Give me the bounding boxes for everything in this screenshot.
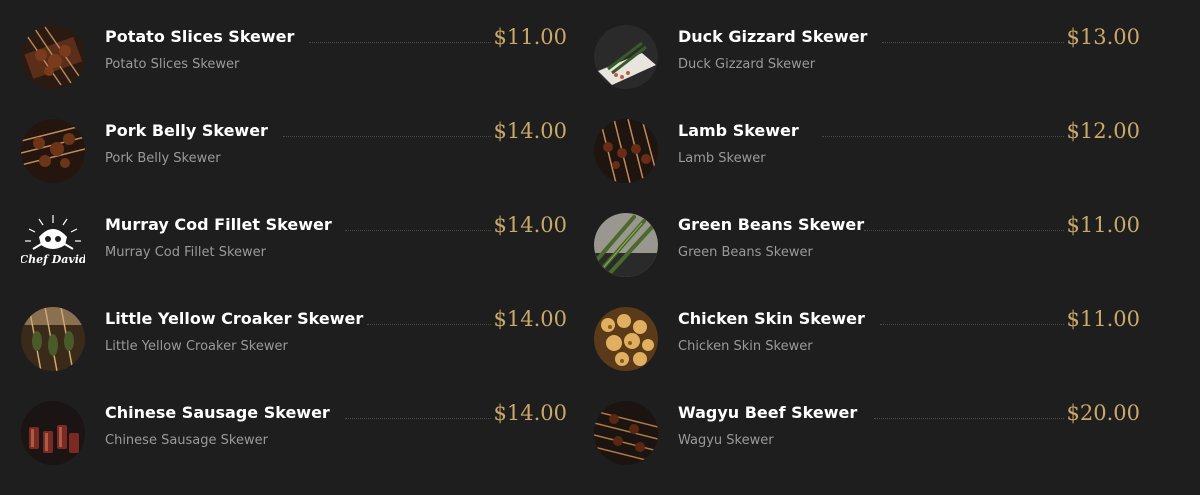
dotted-leader — [309, 42, 491, 43]
item-price: $20.00 — [1066, 401, 1140, 425]
menu-item: Pork Belly Skewer Pork Belly Skewer $14.… — [21, 119, 567, 213]
food-thumbnail — [594, 401, 658, 465]
item-price: $14.00 — [493, 307, 567, 331]
item-price: $14.00 — [493, 119, 567, 143]
dotted-leader — [822, 136, 1064, 137]
dotted-leader — [880, 324, 1064, 325]
item-price: $11.00 — [493, 25, 567, 49]
dotted-leader — [345, 230, 491, 231]
item-description: Green Beans Skewer — [678, 245, 813, 260]
food-thumbnail — [594, 307, 658, 371]
food-thumbnail — [594, 213, 658, 277]
item-description: Chicken Skin Skewer — [678, 339, 813, 354]
item-price: $11.00 — [1066, 213, 1140, 237]
item-price: $14.00 — [493, 213, 567, 237]
item-price: $14.00 — [493, 401, 567, 425]
item-name: Green Beans Skewer — [678, 215, 865, 234]
item-name: Pork Belly Skewer — [105, 121, 268, 140]
food-thumbnail — [21, 307, 85, 371]
item-description: Lamb Skewer — [678, 151, 766, 166]
food-thumbnail — [21, 401, 85, 465]
item-name: Potato Slices Skewer — [105, 27, 295, 46]
menu-column-left: Potato Slices Skewer Potato Slices Skewe… — [21, 25, 567, 495]
menu-item: Little Yellow Croaker Skewer Little Yell… — [21, 307, 567, 401]
item-description: Little Yellow Croaker Skewer — [105, 339, 288, 354]
item-description: Wagyu Skewer — [678, 433, 774, 448]
menu-column-right: Duck Gizzard Skewer Duck Gizzard Skewer … — [594, 25, 1140, 495]
item-description: Duck Gizzard Skewer — [678, 57, 816, 72]
chef-david-logo: Chef David — [21, 213, 85, 277]
menu-item: Green Beans Skewer Green Beans Skewer $1… — [594, 213, 1140, 307]
item-name: Little Yellow Croaker Skewer — [105, 309, 364, 328]
item-description: Potato Slices Skewer — [105, 57, 240, 72]
dotted-leader — [864, 230, 1064, 231]
logo-text: Chef David — [21, 253, 85, 266]
item-price: $11.00 — [1066, 307, 1140, 331]
menu-item: Chinese Sausage Skewer Chinese Sausage S… — [21, 401, 567, 495]
skewer-menu: Potato Slices Skewer Potato Slices Skewe… — [0, 0, 1200, 484]
food-thumbnail — [21, 119, 85, 183]
item-description: Pork Belly Skewer — [105, 151, 221, 166]
menu-item: Potato Slices Skewer Potato Slices Skewe… — [21, 25, 567, 119]
food-thumbnail — [594, 119, 658, 183]
item-price: $12.00 — [1066, 119, 1140, 143]
item-description: Chinese Sausage Skewer — [105, 433, 268, 448]
item-name: Chicken Skin Skewer — [678, 309, 865, 328]
item-name: Wagyu Beef Skewer — [678, 403, 858, 422]
menu-item: Chicken Skin Skewer Chicken Skin Skewer … — [594, 307, 1140, 401]
food-thumbnail — [594, 25, 658, 89]
menu-item: Lamb Skewer Lamb Skewer $12.00 — [594, 119, 1140, 213]
dotted-leader — [367, 324, 491, 325]
dotted-leader — [345, 418, 491, 419]
item-price: $13.00 — [1066, 25, 1140, 49]
menu-item: Chef David Murray Cod Fillet Skewer Murr… — [21, 213, 567, 307]
item-name: Chinese Sausage Skewer — [105, 403, 330, 422]
food-thumbnail — [21, 25, 85, 89]
item-name: Lamb Skewer — [678, 121, 799, 140]
item-description: Murray Cod Fillet Skewer — [105, 245, 267, 260]
item-name: Murray Cod Fillet Skewer — [105, 215, 332, 234]
dotted-leader — [283, 136, 491, 137]
item-name: Duck Gizzard Skewer — [678, 27, 868, 46]
dotted-leader — [882, 42, 1064, 43]
menu-item: Wagyu Beef Skewer Wagyu Skewer $20.00 — [594, 401, 1140, 495]
menu-item: Duck Gizzard Skewer Duck Gizzard Skewer … — [594, 25, 1140, 119]
dotted-leader — [874, 418, 1064, 419]
